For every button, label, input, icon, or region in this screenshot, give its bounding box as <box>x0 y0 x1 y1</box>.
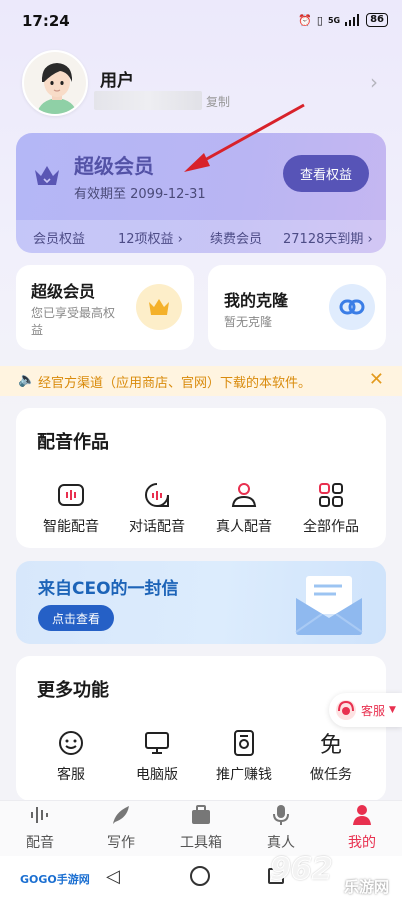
task-icon: 免 <box>319 733 342 758</box>
renew-member-link[interactable]: 续费会员 <box>210 228 262 247</box>
more-title: 更多功能 <box>37 680 109 701</box>
vibrate-icon: ▯ <box>316 13 323 27</box>
tab-toolbox[interactable]: 工具箱 <box>171 804 231 852</box>
more-item-customer-service[interactable]: 客服 <box>25 726 117 784</box>
svip-card-subtitle-2: 益 <box>31 323 44 337</box>
notice-text: 经官方渠道（应用商店、官网）下载的本软件。 <box>38 376 312 391</box>
works-item-smart-dub[interactable]: 智能配音 <box>25 478 117 536</box>
member-expire-date: 有效期至 2099-12-31 <box>74 187 206 202</box>
tab-mine[interactable]: 我的 <box>332 804 392 852</box>
chevron-right-icon[interactable]: › <box>370 70 378 94</box>
signal-icon <box>345 14 360 26</box>
close-icon[interactable]: ✕ <box>369 369 384 390</box>
renew-days-link[interactable]: 27128天到期 › <box>283 228 373 247</box>
view-letter-button[interactable]: 点击查看 <box>38 605 114 631</box>
clone-card-subtitle: 暂无克隆 <box>224 315 273 329</box>
gold-crown-icon <box>136 284 182 330</box>
battery-indicator: 86 <box>366 13 388 27</box>
speaker-icon: 🔈 <box>18 372 36 388</box>
network-label: 5G <box>327 15 341 25</box>
works-title: 配音作品 <box>37 432 109 453</box>
works-item-human-dub[interactable]: 真人配音 <box>198 478 290 536</box>
more-item-desktop[interactable]: 电脑版 <box>111 726 203 784</box>
more-item-tasks[interactable]: 免 做任务 <box>285 726 377 784</box>
home-nav-icon[interactable] <box>190 866 210 886</box>
human-dub-icon <box>227 478 261 512</box>
watermark-left: GOGO手游网 <box>20 873 90 886</box>
monitor-icon <box>140 726 174 760</box>
username: 用户 <box>100 71 134 91</box>
support-float-label: 客服 <box>361 703 386 718</box>
works-item-dialog-dub[interactable]: 对话配音 <box>111 478 203 536</box>
dialog-dub-icon <box>140 478 174 512</box>
status-time: 17:24 <box>22 12 70 30</box>
promote-icon <box>227 726 261 760</box>
ceo-letter-title: 来自CEO的一封信 <box>38 579 179 599</box>
watermark-right: 962 <box>270 852 334 888</box>
back-nav-icon[interactable]: ◁ <box>106 866 120 887</box>
red-arrow-annotation <box>184 103 305 172</box>
waveform-icon <box>31 807 48 823</box>
feather-icon <box>113 806 129 824</box>
microphone-icon <box>273 805 289 825</box>
svip-card-subtitle-1: 您已享受最高权 <box>31 306 116 320</box>
member-title: 超级会员 <box>74 154 154 178</box>
status-icons: ⏰ ▯ 5G 86 <box>298 13 388 27</box>
all-works-icon <box>314 478 348 512</box>
more-item-promote[interactable]: 推广赚钱 <box>198 726 290 784</box>
alarm-icon: ⏰ <box>298 13 312 27</box>
svip-card-title: 超级会员 <box>31 282 96 301</box>
works-item-all-works[interactable]: 全部作品 <box>285 478 377 536</box>
smile-icon <box>54 726 88 760</box>
clone-card-title: 我的克隆 <box>224 291 289 310</box>
crown-icon <box>35 166 59 185</box>
envelope-icon <box>295 576 363 635</box>
watermark-right-sub: 乐游网 <box>344 878 390 896</box>
member-benefits-link[interactable]: 12项权益 › <box>118 228 183 247</box>
tab-dubbing[interactable]: 配音 <box>10 804 70 852</box>
person-icon <box>353 805 371 825</box>
tab-human[interactable]: 真人 <box>251 804 311 852</box>
customer-service-float-button[interactable]: 客服 ▼ <box>329 693 402 727</box>
avatar[interactable] <box>22 50 88 116</box>
caret-down-icon: ▼ <box>389 705 396 715</box>
member-benefits-label: 会员权益 <box>33 232 86 247</box>
smart-dub-icon <box>54 478 88 512</box>
toolbox-icon <box>192 805 210 824</box>
tab-writing[interactable]: 写作 <box>91 804 151 852</box>
link-icon <box>329 284 375 330</box>
agent-avatar-icon <box>336 700 356 720</box>
